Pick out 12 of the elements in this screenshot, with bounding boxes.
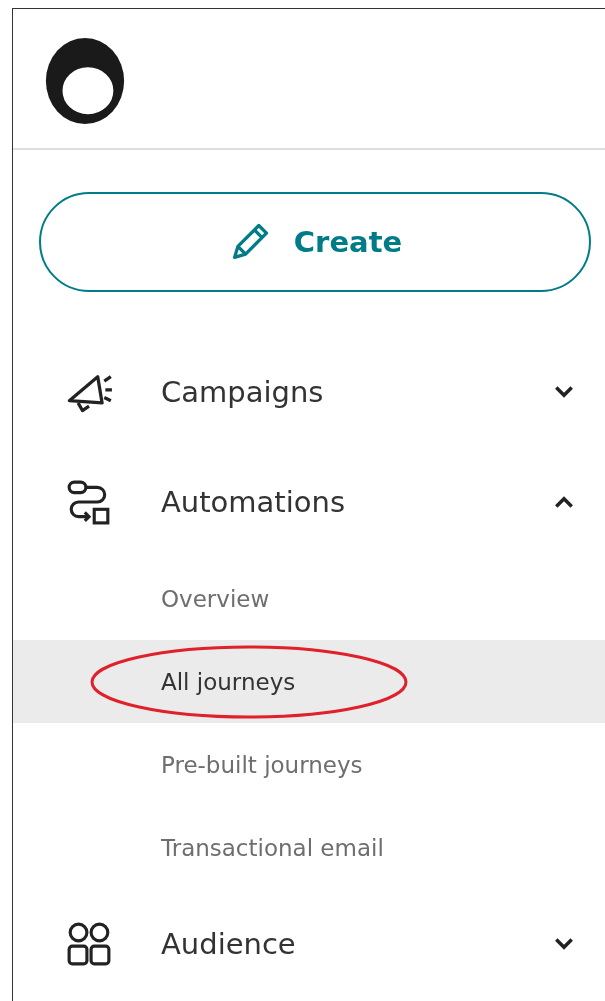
nav-item[interactable]: Campaigns xyxy=(13,337,605,447)
chevron-icon[interactable] xyxy=(553,494,575,510)
submenu-item[interactable]: All journeys xyxy=(13,640,605,723)
submenu-item[interactable]: Overview xyxy=(13,557,605,640)
chevron-icon[interactable] xyxy=(553,936,575,952)
nav-item[interactable]: Audience xyxy=(13,889,605,999)
nav-item[interactable]: Automations xyxy=(13,447,605,557)
people-icon xyxy=(65,921,113,967)
submenu-item[interactable]: Transactional email xyxy=(13,806,605,889)
chevron-icon[interactable] xyxy=(553,384,575,400)
submenu-item[interactable]: Pre-built journeys xyxy=(13,723,605,806)
create-button[interactable]: Create xyxy=(39,192,591,292)
